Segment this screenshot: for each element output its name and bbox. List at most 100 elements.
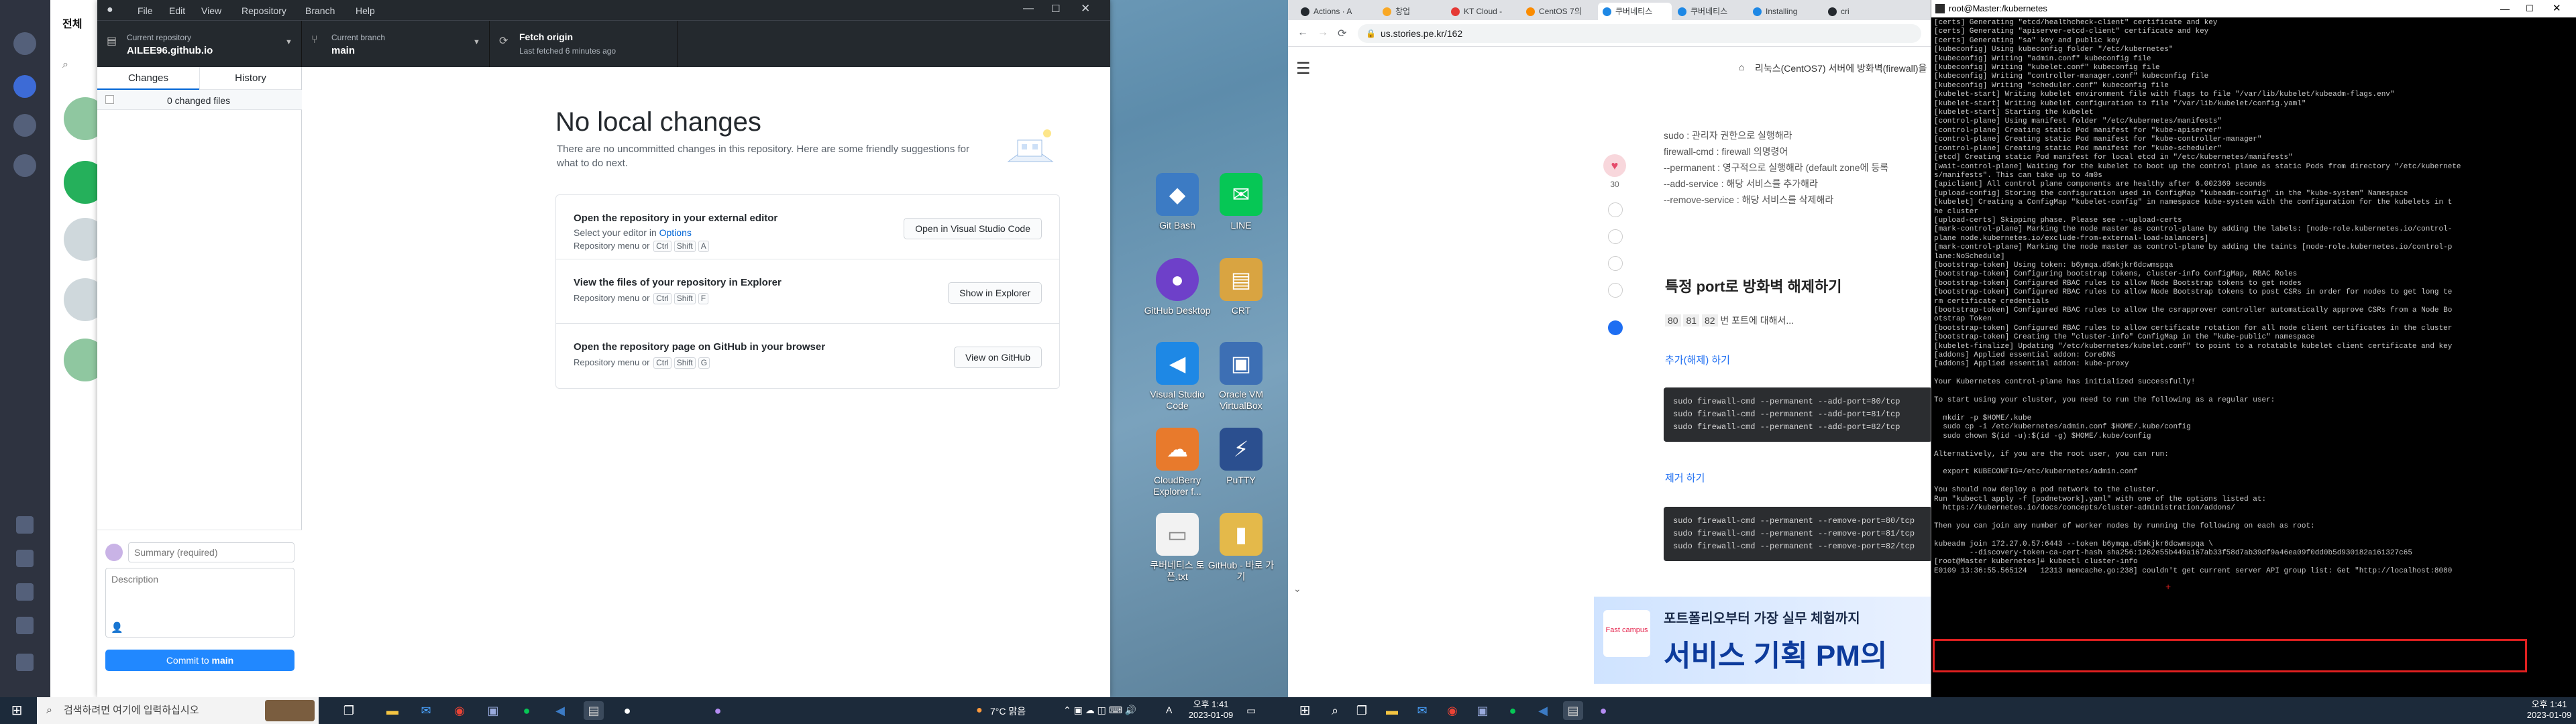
clock[interactable]: 오후 1:41 2023-01-09: [2526, 699, 2573, 721]
close-icon[interactable]: ✕: [2553, 0, 2561, 17]
chrome-icon[interactable]: ◉: [1442, 701, 1462, 720]
notification-icon[interactable]: ▭: [1246, 705, 1256, 717]
heart-icon[interactable]: ♥: [1603, 154, 1626, 177]
show-in-explorer-button[interactable]: Show in Explorer: [948, 282, 1042, 304]
maximize-icon[interactable]: ☐: [1051, 3, 1060, 15]
desktop-icon-vscode[interactable]: ◀ Visual Studio Code: [1144, 342, 1211, 412]
file-explorer-icon[interactable]: ▬: [1382, 701, 1402, 720]
add-coauthor-icon[interactable]: 👤: [111, 621, 123, 634]
menu-help[interactable]: Help: [356, 5, 375, 16]
browser-tab[interactable]: Actions · A: [1296, 3, 1377, 20]
app-icon[interactable]: ▣: [1472, 701, 1493, 720]
home-icon[interactable]: ⌂: [1739, 62, 1744, 72]
bookmark-icon[interactable]: [1608, 320, 1623, 335]
menu-edit[interactable]: Edit: [169, 5, 185, 16]
task-view-icon[interactable]: ❐: [339, 701, 359, 720]
windows-start-icon[interactable]: ⊞: [7, 701, 27, 720]
ime-indicator[interactable]: A: [1166, 705, 1172, 715]
minimize-icon[interactable]: —: [2500, 0, 2510, 17]
tab-changes[interactable]: Changes: [97, 67, 199, 90]
windows-start-icon[interactable]: ⊞: [1295, 701, 1315, 720]
browser-tab-active[interactable]: 쿠버네티스: [1598, 3, 1672, 20]
github-taskbar-icon[interactable]: ●: [617, 701, 637, 720]
bell-icon[interactable]: [16, 583, 34, 601]
branch-selector[interactable]: ⑂ Current branch main ▼: [302, 21, 490, 68]
screen-icon[interactable]: [16, 516, 34, 534]
breadcrumb[interactable]: 리눅스(CentOS7) 서버에 방화벽(firewall)을: [1755, 62, 1927, 75]
file-explorer-icon[interactable]: ▬: [382, 701, 402, 720]
menu-branch[interactable]: Branch: [305, 5, 335, 16]
maximize-icon[interactable]: ☐: [2526, 0, 2534, 17]
terminal-output[interactable]: [certs] Generating "etcd/healthcheck-cli…: [1934, 19, 2575, 696]
search-icon[interactable]: ⌕: [62, 59, 68, 71]
share-icon[interactable]: [1608, 229, 1623, 244]
summary-input[interactable]: [128, 542, 294, 562]
share-icon[interactable]: [1608, 283, 1623, 298]
menu-view[interactable]: View: [201, 5, 221, 16]
chevron-down-icon[interactable]: ⌄: [1293, 583, 1301, 595]
desktop-icon-github-shortcut[interactable]: ▮ GitHub - 바로 가기: [1208, 513, 1275, 583]
url-input[interactable]: 🔒 us.stories.pe.kr/162: [1358, 24, 1921, 43]
task-view-icon[interactable]: ❐: [1352, 701, 1372, 720]
share-icon[interactable]: [1608, 256, 1623, 271]
chat-icon[interactable]: [13, 75, 36, 98]
tab-history[interactable]: History: [199, 67, 301, 90]
volume-icon[interactable]: [16, 617, 34, 634]
ad-banner[interactable]: Fast campus 포트폴리오부터 가장 실무 체험까지 서비스 기획 PM…: [1594, 597, 1932, 684]
desktop-icon-git-bash[interactable]: ◆ Git Bash: [1144, 173, 1211, 231]
repository-selector[interactable]: ▤ Current repository AILEE96.github.io ▼: [97, 21, 302, 68]
minimize-icon[interactable]: —: [1023, 3, 1034, 15]
open-in-vscode-button[interactable]: Open in Visual Studio Code: [904, 218, 1042, 239]
app-icon[interactable]: ▣: [483, 701, 503, 720]
github-desktop-taskbar-icon[interactable]: ●: [1593, 701, 1613, 720]
person-icon[interactable]: [13, 32, 36, 55]
mail-icon[interactable]: ✉: [1412, 701, 1432, 720]
hamburger-icon[interactable]: ☰: [1296, 59, 1311, 78]
close-icon[interactable]: ✕: [1081, 2, 1090, 15]
terminal-taskbar-icon[interactable]: ▤: [1563, 701, 1583, 720]
desktop-icon-crt[interactable]: ▤ CRT: [1208, 258, 1275, 316]
taskbar-search[interactable]: ⌕ 검색하려면 여기에 입력하십시오: [37, 697, 319, 724]
tab-all[interactable]: 전체: [62, 15, 82, 31]
desktop-icon-cloudberry[interactable]: ☁ CloudBerry Explorer f...: [1144, 428, 1211, 497]
view-on-github-button[interactable]: View on GitHub: [953, 347, 1042, 368]
select-all-checkbox[interactable]: [105, 95, 114, 104]
line-taskbar-icon[interactable]: ●: [1503, 701, 1523, 720]
browser-tab[interactable]: CentOS 7의: [1521, 3, 1597, 20]
back-icon[interactable]: ←: [1297, 27, 1308, 39]
search-icon[interactable]: ⌕: [1325, 701, 1345, 720]
send-icon[interactable]: [13, 154, 36, 177]
chrome-icon[interactable]: ◉: [449, 701, 470, 720]
crop-icon[interactable]: [16, 550, 34, 567]
menu-file[interactable]: File: [138, 5, 153, 16]
forward-icon[interactable]: →: [1318, 27, 1328, 39]
mail-icon[interactable]: ✉: [416, 701, 436, 720]
tray-icons[interactable]: ⌃ ▣ ☁ ◫ ⌨ 🔊: [1063, 705, 1136, 716]
desktop-icon-github-desktop[interactable]: ● GitHub Desktop: [1144, 258, 1211, 316]
line-taskbar-icon[interactable]: ●: [517, 701, 537, 720]
more-icon[interactable]: [13, 114, 36, 137]
clock[interactable]: 오후 1:41 2023-01-09: [1187, 699, 1234, 721]
menu-icon[interactable]: [16, 654, 34, 671]
commit-button[interactable]: Commit to main: [105, 650, 294, 671]
browser-tab[interactable]: Installing: [1748, 3, 1822, 20]
desktop-icon-putty[interactable]: ⚡ PuTTY: [1208, 428, 1275, 486]
vscode-taskbar-icon[interactable]: ◀: [550, 701, 570, 720]
weather-text[interactable]: 7°C 맑음: [990, 705, 1026, 718]
desktop-icon-virtualbox[interactable]: ▣ Oracle VM VirtualBox: [1208, 342, 1275, 412]
desktop-icon-text-file[interactable]: ▭ 쿠버네티스 토픈.txt: [1144, 513, 1211, 583]
vscode-taskbar-icon[interactable]: ◀: [1533, 701, 1553, 720]
terminal-taskbar-icon[interactable]: ▤: [584, 701, 604, 720]
browser-tab[interactable]: cri: [1823, 3, 1890, 20]
browser-tab[interactable]: 창업: [1378, 3, 1445, 20]
options-link[interactable]: Options: [659, 227, 692, 238]
reload-icon[interactable]: ⟳: [1338, 27, 1346, 40]
description-input[interactable]: [105, 568, 294, 638]
share-icon[interactable]: [1608, 202, 1623, 217]
desktop-icon-line[interactable]: ✉ LINE: [1208, 173, 1275, 231]
github-desktop-taskbar-icon[interactable]: ●: [708, 701, 728, 720]
fetch-origin-button[interactable]: ⟳ Fetch origin Last fetched 6 minutes ag…: [490, 21, 678, 68]
browser-tab[interactable]: KT Cloud -: [1446, 3, 1520, 20]
browser-tab[interactable]: 쿠버네티스: [1673, 3, 1747, 20]
menu-repository[interactable]: Repository: [241, 5, 286, 16]
